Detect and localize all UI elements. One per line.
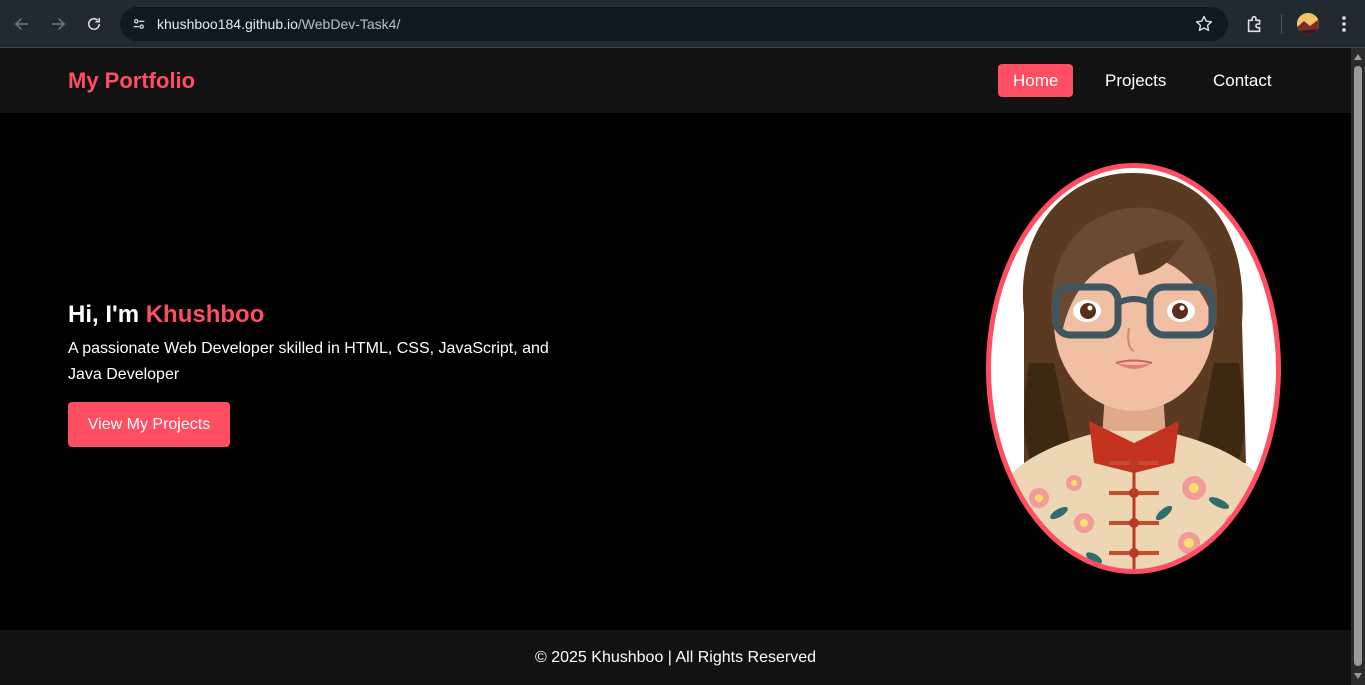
footer-copyright: © 2025 Khushboo | All Rights Reserved — [535, 649, 816, 666]
reload-icon — [88, 18, 100, 30]
bookmark-star-icon[interactable] — [1194, 14, 1214, 34]
nav-home[interactable]: Home — [998, 64, 1074, 97]
arrow-right-icon — [52, 18, 66, 30]
site-header: My Portfolio Home Projects Contact — [0, 48, 1351, 113]
nav-contact[interactable]: Contact — [1198, 64, 1287, 97]
hero-greeting: Hi, I'm Khushboo — [68, 301, 264, 329]
greeting-prefix: Hi, I'm — [68, 301, 146, 328]
address-bar[interactable]: khushboo184.github.io/WebDev-Task4/ — [120, 7, 1228, 41]
profile-avatar[interactable] — [1297, 13, 1319, 35]
hero-description: A passionate Web Developer skilled in HT… — [68, 340, 549, 383]
site-settings-icon[interactable] — [128, 13, 150, 35]
page-scrollbar[interactable] — [1351, 48, 1365, 685]
scroll-down-arrow[interactable] — [1354, 673, 1362, 679]
extensions-icon[interactable] — [1244, 13, 1266, 35]
site-footer: © 2025 Khushboo | All Rights Reserved — [0, 630, 1351, 685]
url-text[interactable]: khushboo184.github.io/WebDev-Task4/ — [157, 16, 400, 32]
scroll-up-arrow[interactable] — [1354, 54, 1362, 60]
forward-button[interactable] — [44, 10, 72, 38]
url-path: /WebDev-Task4/ — [297, 16, 401, 32]
back-button[interactable] — [8, 10, 36, 38]
reload-button[interactable] — [80, 10, 108, 38]
browser-toolbar: khushboo184.github.io/WebDev-Task4/ — [0, 0, 1365, 48]
profile-portrait — [986, 163, 1281, 574]
browser-menu-icon[interactable] — [1333, 13, 1355, 35]
url-host: khushboo184.github.io — [157, 16, 298, 32]
page-viewport: My Portfolio Home Projects Contact Hi, I… — [0, 48, 1351, 685]
site-brand[interactable]: My Portfolio — [68, 68, 195, 94]
toolbar-separator — [1281, 15, 1282, 33]
arrow-left-icon — [14, 18, 28, 30]
nav-projects[interactable]: Projects — [1090, 64, 1181, 97]
view-projects-button[interactable]: View My Projects — [68, 402, 230, 447]
scrollbar-thumb[interactable] — [1354, 66, 1362, 666]
hero-name: Khushboo — [145, 301, 265, 328]
